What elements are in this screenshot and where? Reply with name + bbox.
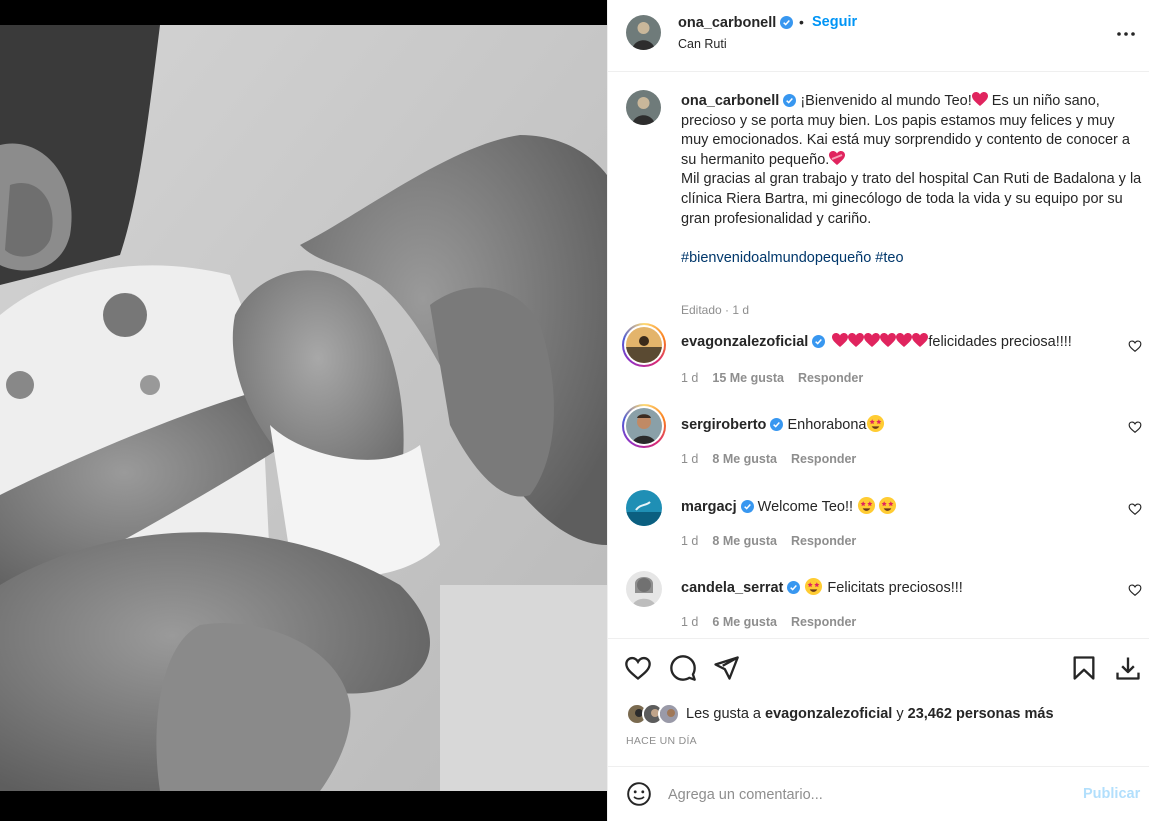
caption-line-2: Mil gracias al gran trabajo y trato del … bbox=[681, 171, 1142, 227]
more-options-icon[interactable] bbox=[1116, 24, 1136, 44]
like-comment-heart-icon[interactable] bbox=[1128, 339, 1142, 353]
comment-text: margacj Welcome Teo!! bbox=[681, 496, 1101, 517]
star-struck-emoji-icon bbox=[805, 577, 823, 596]
author-avatar[interactable] bbox=[626, 15, 661, 50]
publish-button[interactable]: Publicar bbox=[1083, 786, 1140, 802]
verified-badge-icon bbox=[783, 94, 797, 107]
comment-time[interactable]: 1 d bbox=[681, 452, 698, 466]
comment-body: Enhorabona bbox=[787, 417, 867, 433]
likes-count[interactable]: 23,462 personas más bbox=[908, 706, 1054, 722]
comment-meta: 1 d 8 Me gusta Responder bbox=[681, 534, 870, 548]
red-heart-icon bbox=[864, 333, 881, 347]
post-timestamp[interactable]: HACE UN DÍA bbox=[626, 735, 697, 747]
story-ring[interactable] bbox=[622, 404, 666, 448]
commenter-username[interactable]: evagonzalezoficial bbox=[681, 334, 808, 350]
verified-badge-icon bbox=[740, 500, 754, 513]
comment-meta: 1 d 8 Me gusta Responder bbox=[681, 452, 870, 466]
follow-button[interactable]: Seguir bbox=[812, 14, 857, 30]
heart-emoji-row bbox=[832, 333, 929, 350]
likes-prefix: Les gusta a bbox=[686, 706, 765, 722]
red-heart-icon bbox=[896, 333, 913, 347]
red-heart-icon bbox=[912, 333, 929, 347]
heart-with-ribbon-icon bbox=[829, 150, 846, 165]
comment-item: evagonzalezoficial felicidades preciosa!… bbox=[622, 323, 1142, 387]
comment-meta: 1 d 15 Me gusta Responder bbox=[681, 371, 877, 385]
like-comment-heart-icon[interactable] bbox=[1128, 420, 1142, 434]
comment-body: Felicitats preciosos!!! bbox=[823, 580, 963, 596]
comment-body: felicidades preciosa!!!! bbox=[928, 334, 1072, 350]
verified-badge-icon bbox=[780, 16, 794, 29]
comment-likes[interactable]: 8 Me gusta bbox=[712, 452, 777, 466]
post-photo[interactable] bbox=[0, 25, 607, 791]
liker-avatar bbox=[658, 703, 680, 725]
caption-username[interactable]: ona_carbonell bbox=[681, 93, 779, 109]
reply-button[interactable]: Responder bbox=[798, 371, 863, 385]
reply-button[interactable]: Responder bbox=[791, 615, 856, 629]
comment-text: candela_serrat Felicitats preciosos!!! bbox=[681, 577, 1101, 598]
commenter-username[interactable]: margacj bbox=[681, 499, 737, 515]
reply-button[interactable]: Responder bbox=[791, 534, 856, 548]
post-location[interactable]: Can Ruti bbox=[678, 37, 727, 51]
baby-hand-photo bbox=[0, 25, 607, 791]
separator-dot: • bbox=[799, 14, 804, 30]
red-heart-icon bbox=[971, 92, 988, 106]
author-username[interactable]: ona_carbonell bbox=[678, 15, 794, 31]
download-icon[interactable] bbox=[1114, 654, 1142, 682]
likes-middle: y bbox=[892, 706, 908, 722]
reply-button[interactable]: Responder bbox=[791, 452, 856, 466]
verified-badge-icon bbox=[812, 335, 826, 348]
comment-text: sergiroberto Enhorabona bbox=[681, 414, 1101, 435]
commenter-avatar[interactable] bbox=[626, 571, 662, 607]
star-struck-emoji-icon bbox=[879, 496, 897, 515]
like-comment-heart-icon[interactable] bbox=[1128, 502, 1142, 516]
likes-user[interactable]: evagonzalezoficial bbox=[765, 706, 892, 722]
verified-badge-icon bbox=[787, 581, 801, 594]
post-media bbox=[0, 0, 607, 821]
likes-summary[interactable]: Les gusta a evagonzalezoficial y 23,462 … bbox=[626, 702, 1054, 726]
caption-avatar[interactable] bbox=[626, 90, 661, 125]
red-heart-icon bbox=[880, 333, 897, 347]
red-heart-icon bbox=[832, 333, 849, 347]
likes-text: Les gusta a evagonzalezoficial y 23,462 … bbox=[686, 706, 1054, 722]
star-struck-emoji-icon bbox=[858, 496, 876, 515]
commenter-username[interactable]: candela_serrat bbox=[681, 580, 783, 596]
caption-meta: Editado · 1 d bbox=[681, 303, 750, 317]
verified-badge-icon bbox=[770, 418, 784, 431]
comment-time[interactable]: 1 d bbox=[681, 534, 698, 548]
add-comment-bar: Publicar bbox=[608, 766, 1149, 821]
comment-body: Welcome Teo!! bbox=[757, 499, 858, 515]
comment-time[interactable]: 1 d bbox=[681, 615, 698, 629]
comment-input[interactable] bbox=[668, 781, 1068, 808]
save-bookmark-icon[interactable] bbox=[1070, 654, 1098, 682]
like-comment-heart-icon[interactable] bbox=[1128, 583, 1142, 597]
commenter-avatar[interactable] bbox=[626, 327, 662, 363]
comment-text: evagonzalezoficial felicidades preciosa!… bbox=[681, 333, 1101, 352]
commenter-avatar[interactable] bbox=[626, 408, 662, 444]
share-paper-plane-icon[interactable] bbox=[712, 654, 740, 682]
comment-meta: 1 d 6 Me gusta Responder bbox=[681, 615, 870, 629]
like-heart-icon[interactable] bbox=[624, 654, 652, 682]
comments-list[interactable]: ona_carbonell ¡Bienvenido al mundo Teo! … bbox=[608, 72, 1149, 638]
comment-bubble-icon[interactable] bbox=[669, 654, 697, 682]
comment-likes[interactable]: 15 Me gusta bbox=[712, 371, 784, 385]
emoji-smiley-icon[interactable] bbox=[626, 781, 652, 807]
story-ring[interactable] bbox=[622, 323, 666, 367]
comment-likes[interactable]: 8 Me gusta bbox=[712, 534, 777, 548]
post-side-panel: ona_carbonell • Seguir Can Ruti ona_carb… bbox=[607, 0, 1149, 821]
red-heart-icon bbox=[848, 333, 865, 347]
commenter-username[interactable]: sergiroberto bbox=[681, 417, 766, 433]
post-header: ona_carbonell • Seguir Can Ruti bbox=[608, 0, 1149, 72]
caption-line-1: ¡Bienvenido al mundo Teo! bbox=[800, 93, 972, 109]
comment-item: margacj Welcome Teo!! 1 d 8 Me gusta Respo… bbox=[626, 490, 1142, 550]
comment-item: sergiroberto Enhorabona 1 d 8 Me gusta Res… bbox=[622, 404, 1142, 468]
star-struck-emoji-icon bbox=[867, 414, 885, 433]
author-username-text[interactable]: ona_carbonell bbox=[678, 15, 776, 31]
comment-time[interactable]: 1 d bbox=[681, 371, 698, 385]
caption-text: ona_carbonell ¡Bienvenido al mundo Teo! … bbox=[681, 92, 1143, 268]
comment-likes[interactable]: 6 Me gusta bbox=[712, 615, 777, 629]
commenter-avatar[interactable] bbox=[626, 490, 662, 526]
post-actions: Les gusta a evagonzalezoficial y 23,462 … bbox=[608, 638, 1149, 766]
comment-item: candela_serrat Felicitats preciosos!!! 1… bbox=[626, 571, 1142, 631]
caption-hashtags[interactable]: #bienvenidoalmundopequeño #teo bbox=[681, 250, 904, 266]
